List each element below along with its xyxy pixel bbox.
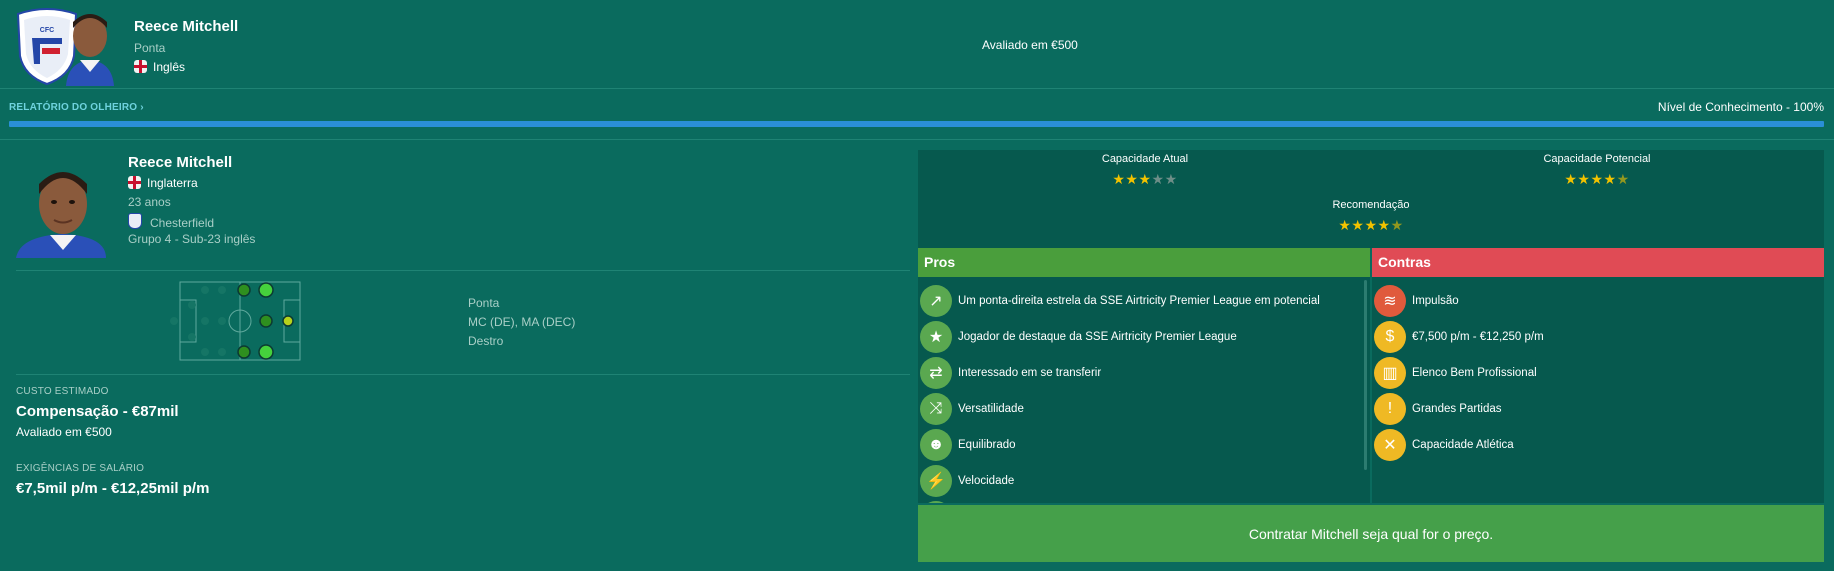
scout-report-label: RELATÓRIO DO OLHEIRO: [9, 102, 138, 113]
position-dot: [237, 345, 251, 359]
cons-item-label: Capacidade Atlética: [1412, 439, 1514, 451]
pros-header: Pros: [918, 248, 1370, 277]
player-age: 23 anos: [128, 195, 171, 209]
pros-title: Pros: [924, 254, 956, 270]
cons-item: ✕ Capacidade Atlética: [1374, 429, 1514, 461]
pros-item: ⚡ Velocidade: [920, 465, 1014, 497]
transfer-icon: ⇄: [920, 357, 952, 389]
position-list: MC (DE), MA (DEC): [468, 315, 576, 329]
player-country-label: Inglaterra: [147, 176, 198, 190]
pros-item-partial: [920, 501, 958, 503]
pros-item-label: Equilibrado: [958, 439, 1016, 451]
england-flag-icon: [134, 60, 147, 73]
position-pitch: [170, 281, 301, 361]
club-badge-icon: [128, 213, 142, 229]
player-club-label: Chesterfield: [150, 216, 215, 230]
cons-item: $ €7,500 p/m - €12,250 p/m: [1374, 321, 1544, 353]
ratings-panel: Capacidade Atual ★★★★★ Capacidade Potenc…: [918, 150, 1824, 248]
current-ability-stars: ★★★★★: [1112, 171, 1178, 187]
athletic-icon: ✕: [1374, 429, 1406, 461]
header-position: Ponta: [134, 41, 166, 55]
recommendation-stars: ★★★★★: [1338, 217, 1404, 233]
spring-icon: ≋: [1374, 285, 1406, 317]
svg-text:CFC: CFC: [40, 27, 54, 34]
pros-item-label: Interessado em se transferir: [958, 367, 1102, 379]
player-country: Inglaterra: [128, 176, 198, 190]
pros-item: ↗ Um ponta-direita estrela da SSE Airtric…: [920, 285, 1320, 317]
header-value: Avaliado em €500: [982, 38, 1078, 52]
pros-item-label: Velocidade: [958, 475, 1015, 487]
potential-ability-stars: ★★★★★: [1564, 171, 1630, 187]
knowledge-progress-bar: [9, 121, 1824, 127]
position-role: Ponta: [468, 296, 500, 310]
position-dot: [258, 344, 274, 360]
player-header: CFC Reece Mitchell Ponta Inglês Avaliado…: [0, 0, 1834, 89]
pros-item-label: Versatilidade: [958, 403, 1024, 415]
sign-at-any-price-button[interactable]: Contratar Mitchell seja qual for o preço…: [918, 505, 1824, 562]
header-nationality-label: Inglês: [153, 60, 186, 74]
cons-header: Contras: [1372, 248, 1824, 277]
position-dot: [259, 314, 273, 328]
cost-value: Compensação - €87mil: [16, 403, 179, 420]
pros-more-icon: [920, 501, 952, 503]
pros-item: ⤨ Versatilidade: [920, 393, 1024, 425]
player-club[interactable]: Chesterfield: [128, 213, 214, 230]
divider: [16, 374, 910, 375]
player-photo-small: [66, 14, 114, 86]
position-dot: [282, 315, 294, 327]
cons-item-label: Grandes Partidas: [1412, 403, 1502, 415]
preferred-foot: Destro: [468, 334, 504, 348]
cons-item: ▥ Elenco Bem Profissional: [1374, 357, 1537, 389]
cost-valued: Avaliado em €500: [16, 425, 112, 439]
star-icon: ★: [920, 321, 952, 353]
cons-title: Contras: [1378, 254, 1431, 270]
cons-item-label: Impulsão: [1412, 295, 1459, 307]
position-dot: [237, 283, 251, 297]
head-icon: ☻: [920, 429, 952, 461]
header-nationality: Inglês: [134, 60, 185, 74]
squad-icon: ▥: [1374, 357, 1406, 389]
big-match-icon: !: [1374, 393, 1406, 425]
versatility-icon: ⤨: [920, 393, 952, 425]
cons-item: ≋ Impulsão: [1374, 285, 1459, 317]
chevron-right-icon: ›: [140, 102, 144, 113]
recommendation-label: Recomendação: [1332, 199, 1410, 211]
potential-ability-label: Capacidade Potencial: [1543, 153, 1651, 165]
pros-item-label: Um ponta-direita estrela da SSE Airtrici…: [958, 295, 1320, 307]
cons-list[interactable]: ≋ Impulsão $ €7,500 p/m - €12,250 p/m ▥ Ele…: [1372, 277, 1824, 503]
cons-item-label: €7,500 p/m - €12,250 p/m: [1412, 331, 1544, 343]
wages-value: €7,5mil p/m - €12,25mil p/m: [16, 480, 210, 497]
pros-item-label: Jogador de destaque da SSE Airtricity Pr…: [958, 331, 1237, 343]
divider: [0, 139, 1834, 140]
knowledge-level: Nível de Conhecimento - 100%: [1657, 100, 1824, 114]
player-photo: [16, 172, 106, 258]
divider: [16, 270, 910, 271]
position-dot: [258, 282, 274, 298]
pros-item: ☻ Equilibrado: [920, 429, 1016, 461]
trend-up-icon: ↗: [920, 285, 952, 317]
cons-item: ! Grandes Partidas: [1374, 393, 1502, 425]
cons-item-label: Elenco Bem Profissional: [1412, 367, 1537, 379]
pros-item: ★ Jogador de destaque da SSE Airtricity P…: [920, 321, 1237, 353]
pros-scrollbar[interactable]: [1364, 280, 1367, 470]
scout-report-link[interactable]: RELATÓRIO DO OLHEIRO ›: [9, 102, 144, 113]
wages-label: EXIGÊNCIAS DE SALÁRIO: [16, 463, 145, 474]
speed-icon: ⚡: [920, 465, 952, 497]
money-bag-icon: $: [1374, 321, 1406, 353]
pros-item: ⇄ Interessado em se transferir: [920, 357, 1101, 389]
current-ability-label: Capacidade Atual: [1101, 153, 1189, 165]
england-flag-icon: [128, 176, 141, 189]
header-player-name[interactable]: Reece Mitchell: [134, 18, 238, 35]
cost-label: CUSTO ESTIMADO: [16, 386, 109, 397]
player-name[interactable]: Reece Mitchell: [128, 154, 232, 171]
pros-list[interactable]: ↗ Um ponta-direita estrela da SSE Airtric…: [918, 277, 1370, 503]
player-squad: Grupo 4 - Sub-23 inglês: [128, 232, 256, 246]
